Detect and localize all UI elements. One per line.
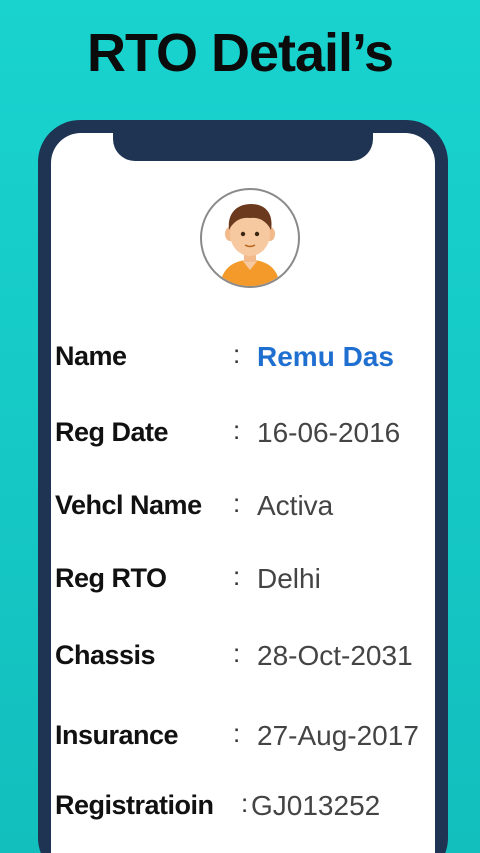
- detail-value-reg-date: 16-06-2016: [257, 417, 401, 448]
- detail-row-reg-rto: Reg RTO : Delhi: [55, 561, 435, 603]
- detail-value-reg-rto: Delhi: [257, 563, 321, 594]
- detail-label-reg-rto: Reg RTO: [55, 563, 167, 593]
- detail-row-name: Name : Remu Das: [55, 339, 435, 381]
- phone-notch: [113, 133, 373, 161]
- phone-screen: Name : Remu Das Reg Date : 16-06-2016 Ve…: [51, 133, 435, 853]
- detail-row-insurance: Insurance : 27-Aug-2017: [55, 718, 435, 760]
- detail-separator: :: [233, 415, 241, 445]
- detail-label-name: Name: [55, 341, 127, 371]
- phone-frame: Name : Remu Das Reg Date : 16-06-2016 Ve…: [38, 120, 448, 853]
- detail-label-insurance: Insurance: [55, 720, 179, 750]
- detail-row-reg-date: Reg Date : 16-06-2016: [55, 415, 435, 457]
- detail-separator: :: [241, 788, 249, 818]
- detail-separator: :: [233, 638, 241, 668]
- detail-value-vehicle-name: Activa: [257, 490, 334, 521]
- detail-value-registration: GJ013252: [251, 790, 381, 821]
- avatar-illustration: [220, 204, 280, 286]
- page-title: RTO Detail’s: [86, 23, 394, 83]
- detail-separator: :: [233, 339, 241, 369]
- detail-value-chassis: 28-Oct-2031: [257, 640, 413, 671]
- detail-label-reg-date: Reg Date: [55, 417, 169, 447]
- detail-row-chassis: Chassis : 28-Oct-2031: [55, 638, 435, 680]
- detail-separator: :: [233, 488, 241, 518]
- detail-label-chassis: Chassis: [55, 640, 156, 670]
- detail-label-registration: Registratioin: [55, 790, 214, 820]
- detail-label-vehicle-name: Vehcl Name: [55, 490, 202, 520]
- detail-separator: :: [233, 718, 241, 748]
- detail-value-name: Remu Das: [257, 341, 394, 372]
- detail-row-registration: Registratioin : GJ013252: [55, 788, 435, 830]
- detail-value-insurance: 27-Aug-2017: [257, 720, 419, 751]
- detail-row-vehicle-name: Vehcl Name : Activa: [55, 488, 435, 530]
- user-avatar-icon: [200, 188, 300, 288]
- detail-separator: :: [233, 561, 241, 591]
